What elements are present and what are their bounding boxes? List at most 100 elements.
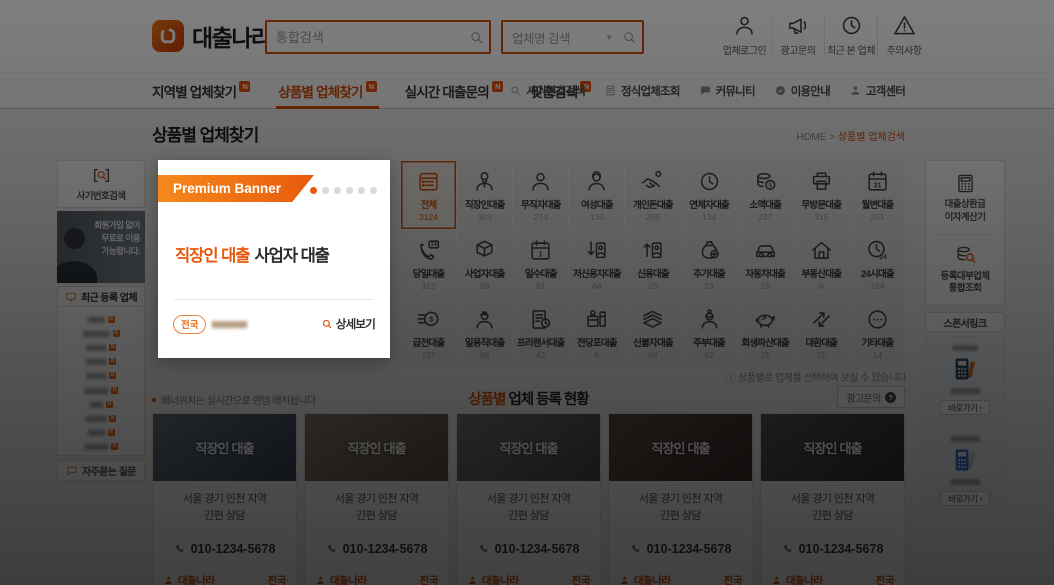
category-cell[interactable]: 추가대출 23	[682, 230, 737, 298]
category-cell[interactable]: 기타대출 14	[850, 299, 905, 367]
nav-utility-doc[interactable]: 정식업체조회	[604, 73, 680, 108]
category-cell[interactable]: 직장인대출 303	[457, 161, 512, 229]
category-cell[interactable]: 연체자대출 134	[682, 161, 737, 229]
category-cell[interactable]: 신용대출 25	[625, 230, 680, 298]
banner-dot[interactable]	[334, 187, 341, 194]
company-card[interactable]: 직장인 대출 서울 경기 인천 지역간편 상담 010-1234-5678 대출…	[304, 413, 449, 585]
faq-button[interactable]: 자주묻는 질문	[57, 460, 145, 481]
nav-item[interactable]: 지역별 업체찾기 N	[152, 73, 250, 108]
recent-company-item[interactable]: ▮▮▮▮▮▮▮ N	[58, 383, 144, 397]
breadcrumb-home[interactable]: HOME	[796, 132, 826, 143]
card-phone[interactable]: 010-1234-5678	[771, 542, 894, 556]
global-search-icon[interactable]	[463, 29, 489, 46]
sponsor-go-button[interactable]: 바로가기 ›	[940, 491, 989, 506]
header-link-user[interactable]: 업체로그인	[718, 13, 771, 57]
category-cell[interactable]: 주부대출 52	[682, 299, 737, 367]
category-cell[interactable]: $ 급전대출 157	[401, 299, 456, 367]
company-card[interactable]: 직장인 대출 서울 경기 인천 지역간편 상담 010-1234-5678 대출…	[152, 413, 297, 585]
recent-company-item[interactable]: ▮▮▮▮▮▮▮▮ N	[58, 326, 144, 340]
banner-dot[interactable]	[322, 187, 329, 194]
breadcrumb-current: 상품별 업체검색	[838, 132, 905, 143]
promo-image[interactable]: 회원가입 없이무료로 이용가능합니다.	[57, 211, 145, 283]
banner-detail-button[interactable]: 상세보기	[321, 316, 375, 332]
company-search-icon[interactable]	[616, 29, 642, 46]
category-label: 신불자대출	[633, 335, 673, 349]
category-cell[interactable]: 일용직대출 68	[457, 299, 512, 367]
category-cell[interactable]: 24 24시대출 154	[850, 230, 905, 298]
recent-company-item[interactable]: ▮▮▮▮▮▮ N	[58, 369, 144, 383]
company-search-box[interactable]: 업체명 검색 ▼	[501, 20, 644, 54]
category-cell[interactable]: 부동산대출 8	[794, 230, 849, 298]
company-card[interactable]: 직장인 대출 서울 경기 인천 지역간편 상담 010-1234-5678 대출…	[608, 413, 753, 585]
header-link-warning[interactable]: 주의사항	[877, 13, 930, 57]
category-cell[interactable]: 무직자대출 274	[513, 161, 568, 229]
category-count: 269	[646, 212, 660, 222]
recent-company-item[interactable]: ▮▮▮▮▮ N	[58, 312, 144, 326]
left-sidebar: 사기번호검색 회원가입 없이무료로 이용가능합니다. 최근 등록 업체 ▮▮▮▮…	[57, 160, 145, 481]
recent-companies-header[interactable]: 최근 등록 업체	[57, 286, 145, 307]
header-link-label: 최근 본 업체	[827, 42, 875, 57]
category-count: 68	[480, 350, 489, 360]
recent-company-item[interactable]: ▮▮▮▮▮▮▮ N	[58, 440, 144, 454]
category-cell[interactable]: 대환대출 21	[794, 299, 849, 367]
category-cell[interactable]: 여성대출 130	[569, 161, 624, 229]
nav-item[interactable]: 실시간 대출문의 N	[405, 73, 503, 108]
sponsor-card[interactable]: ▮▮▮▮▮▮▮ ▮▮▮▮▮▮▮▮ 바로가기 ›	[925, 336, 1005, 423]
company-card[interactable]: 직장인 대출 서울 경기 인천 지역간편 상담 010-1234-5678 대출…	[456, 413, 601, 585]
header-link-megaphone[interactable]: 광고문의	[771, 13, 824, 57]
category-label: 연체자대출	[689, 197, 729, 211]
sponsor-go-button[interactable]: 바로가기 ›	[940, 400, 989, 415]
chevron-right-icon: ›	[980, 403, 982, 412]
recent-company-item[interactable]: ▮▮▮▮▮ N	[58, 426, 144, 440]
premium-banner[interactable]: Premium Banner 직장인 대출사업자 대출 전국 ▮▮▮▮▮▮▮▮ …	[158, 160, 390, 358]
card-phone-number: 010-1234-5678	[191, 542, 276, 556]
nav-utility-person-fill[interactable]: 고객센터	[849, 73, 905, 108]
sponsor-card[interactable]: ▮▮▮▮▮▮▮▮ ▮▮▮▮▮▮▮▮ 바로가기 ›	[925, 427, 1005, 514]
category-cell[interactable]: 회생파산대출 25	[738, 299, 793, 367]
fraud-number-search-button[interactable]: 사기번호검색	[57, 160, 145, 208]
category-cell[interactable]: 31 월변대출 251	[850, 161, 905, 229]
category-cell[interactable]: $ 소액대출 237	[738, 161, 793, 229]
banner-dot[interactable]	[310, 187, 317, 194]
masked-company-name: ▮▮▮▮▮▮	[86, 414, 106, 423]
phone-icon	[174, 543, 186, 555]
ad-inquiry-button[interactable]: 광고문의 ?	[837, 386, 905, 408]
tool-calculator[interactable]: 대출상환금이자계산기	[926, 172, 1004, 225]
nav-item[interactable]: 상품별 업체찾기 N	[278, 73, 376, 108]
card-phone[interactable]: 010-1234-5678	[163, 542, 286, 556]
global-search-input[interactable]	[267, 30, 463, 45]
category-cell[interactable]: 전당포대출 8	[569, 299, 624, 367]
tool-db-search[interactable]: 등록대부업체통합조회	[926, 244, 1004, 297]
banner-region-badge: 전국	[173, 315, 206, 334]
recent-company-item[interactable]: ▮▮▮▮ N	[58, 397, 144, 411]
recent-company-item[interactable]: ▮▮▮▮▮▮ N	[58, 411, 144, 425]
company-card[interactable]: 직장인 대출 서울 경기 인천 지역간편 상담 010-1234-5678 대출…	[760, 413, 905, 585]
nav-utility-search[interactable]: 사기번호검색	[509, 73, 585, 108]
banner-dot[interactable]	[370, 187, 377, 194]
nav-utility-chat-filled[interactable]: 커뮤니티	[699, 73, 755, 108]
breadcrumb[interactable]: HOME > 상품별 업체검색	[796, 128, 905, 143]
card-phone[interactable]: 010-1234-5678	[619, 542, 742, 556]
category-cell[interactable]: 신불자대출 69	[625, 299, 680, 367]
brackets-search-icon	[92, 166, 111, 185]
category-cell[interactable]: 전체 3124	[401, 161, 456, 229]
category-cell[interactable]: 무방문대출 315	[794, 161, 849, 229]
card-phone[interactable]: 010-1234-5678	[467, 542, 590, 556]
header-link-clock[interactable]: 최근 본 업체	[824, 13, 877, 57]
recent-company-item[interactable]: ▮▮▮▮▮▮ N	[58, 340, 144, 354]
category-cell[interactable]: 저신용자대출 64	[569, 230, 624, 298]
recent-company-item[interactable]: ▮▮▮▮▮▮ N	[58, 355, 144, 369]
category-cell[interactable]: 자동차대출 15	[738, 230, 793, 298]
category-cell[interactable]: 개인돈대출 269	[625, 161, 680, 229]
category-cell[interactable]: 프리랜서대출 42	[513, 299, 568, 367]
banner-dot[interactable]	[346, 187, 353, 194]
category-cell[interactable]: 24 당일대출 312	[401, 230, 456, 298]
category-cell[interactable]: 1 일수대출 61	[513, 230, 568, 298]
brand-logo[interactable]: 대출나라	[152, 19, 271, 53]
category-cell[interactable]: 사업자대출 93	[457, 230, 512, 298]
nav-utility-check[interactable]: 이용안내	[774, 73, 830, 108]
printer-icon	[809, 169, 834, 197]
section-title-rest: 업체 등록 현황	[505, 392, 588, 408]
banner-dot[interactable]	[358, 187, 365, 194]
card-phone[interactable]: 010-1234-5678	[315, 542, 438, 556]
